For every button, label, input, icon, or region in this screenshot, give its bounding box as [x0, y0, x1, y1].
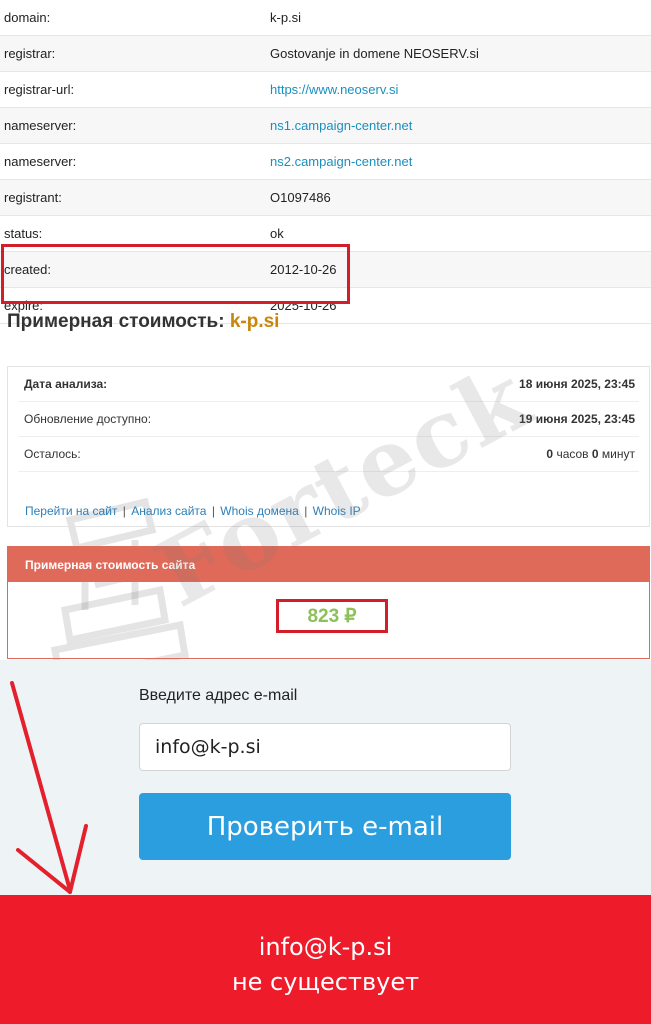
whois-value: ok [270, 226, 284, 241]
left-hours: 0 [546, 447, 554, 461]
whois-row-created: created: 2012-10-26 [0, 252, 651, 288]
whois-key: domain: [4, 10, 51, 25]
link-go-to-site[interactable]: Перейти на сайт [25, 504, 117, 518]
whois-value: O1097486 [270, 190, 331, 205]
whois-value: 2012-10-26 [270, 262, 337, 277]
analysis-date-row: Дата анализа: 18 июня 2025, 23:45 [18, 367, 639, 402]
link-separator: | [211, 504, 215, 518]
whois-row-domain: domain: k-p.si [0, 0, 651, 36]
email-check-section: Введите адрес e-mail Проверить e-mail [0, 660, 651, 895]
email-label: Введите адрес e-mail [139, 687, 298, 704]
link-whois-domain[interactable]: Whois домена [220, 504, 299, 518]
whois-key: status: [4, 226, 43, 241]
result-status: не существует [231, 968, 420, 996]
page-title: Примерная стоимость: k-p.si [7, 311, 279, 333]
analysis-update-row: Обновление доступно: 19 июня 2025, 23:45 [18, 402, 639, 437]
analysis-left-label: Осталось: [24, 447, 81, 461]
nameserver-1-link[interactable]: ns1.campaign-center.net [270, 118, 651, 133]
whois-key: created: [4, 262, 51, 277]
whois-row-nameserver-1: nameserver: ns1.campaign-center.net [0, 108, 651, 144]
analysis-update-value: 19 июня 2025, 23:45 [519, 412, 635, 426]
whois-row-nameserver-2: nameserver: ns2.campaign-center.net [0, 144, 651, 180]
whois-table: domain: k-p.si registrar: Gostovanje in … [0, 0, 651, 324]
whois-row-registrant: registrant: O1097486 [0, 180, 651, 216]
whois-key: registrar: [4, 46, 56, 61]
analysis-date-value: 18 июня 2025, 23:45 [519, 377, 635, 391]
whois-key: nameserver: [4, 118, 77, 133]
whois-key: registrant: [4, 190, 62, 205]
left-minutes-unit: минут [601, 447, 635, 461]
analysis-left-value: 0 часов 0 минут [546, 447, 639, 461]
site-price-header: Примерная стоимость сайта [8, 547, 649, 582]
whois-value: k-p.si [270, 10, 302, 25]
result-email: info@k-p.si [258, 933, 393, 961]
registrar-url-link[interactable]: https://www.neoserv.si [270, 82, 651, 97]
analysis-left-row: Осталось: 0 часов 0 минут [18, 437, 639, 472]
analysis-links: Перейти на сайт | Анализ сайта | Whois д… [25, 504, 361, 518]
whois-row-registrar: registrar: Gostovanje in domene NEOSERV.… [0, 36, 651, 72]
result-banner: info@k-p.si не существует [0, 895, 651, 1024]
left-minutes: 0 [591, 447, 599, 461]
site-price-panel: Примерная стоимость сайта 823 ₽ [7, 546, 650, 659]
link-separator: | [304, 504, 308, 518]
left-hours-unit: часов [556, 447, 589, 461]
link-separator: | [122, 504, 126, 518]
estimate-domain: k-p.si [229, 311, 280, 332]
analysis-update-label: Обновление доступно: [24, 412, 152, 426]
check-email-button[interactable]: Проверить e-mail [139, 793, 511, 860]
analysis-date-label: Дата анализа: [24, 377, 108, 391]
whois-key: registrar-url: [4, 82, 75, 97]
whois-value: 2025-10-26 [270, 298, 337, 313]
email-input[interactable] [139, 723, 511, 771]
whois-row-registrar-url: registrar-url: https://www.neoserv.si [0, 72, 651, 108]
estimate-title: Примерная стоимость: [7, 311, 225, 332]
link-site-analysis[interactable]: Анализ сайта [131, 504, 206, 518]
analysis-panel: Дата анализа: 18 июня 2025, 23:45 Обновл… [7, 366, 650, 527]
nameserver-2-link[interactable]: ns2.campaign-center.net [270, 154, 651, 169]
link-whois-ip[interactable]: Whois IP [313, 504, 361, 518]
whois-value: Gostovanje in domene NEOSERV.si [270, 46, 479, 61]
whois-key: nameserver: [4, 154, 77, 169]
whois-row-status: status: ok [0, 216, 651, 252]
site-price-value: 823 ₽ [276, 599, 388, 633]
